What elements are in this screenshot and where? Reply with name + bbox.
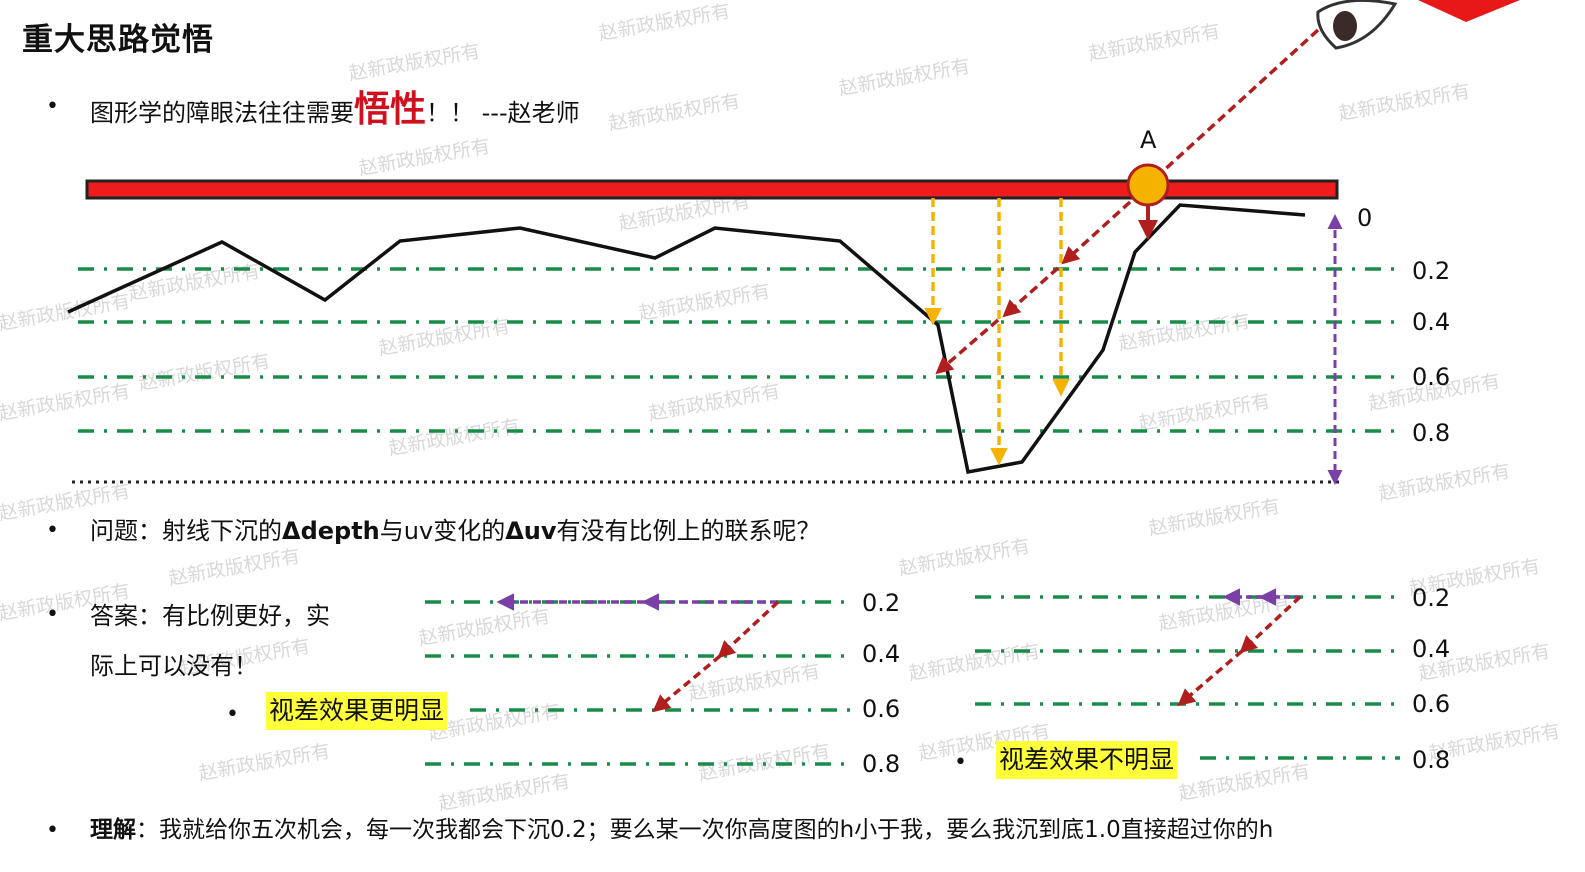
left-level-0-4: 0.4 bbox=[862, 640, 900, 668]
left-level-0-2: 0.2 bbox=[862, 589, 900, 617]
bullet-dot: • bbox=[46, 818, 59, 843]
note-weaker-parallax: 视差效果不明显 bbox=[996, 741, 1178, 779]
bullet-understanding: 理解：我就给你五次机会，每一次我都会下沉0.2；要么某一次你高度图的h小于我，要… bbox=[90, 810, 1273, 844]
understanding-text: ：我就给你五次机会，每一次我都会下沉0.2；要么某一次你高度图的h小于我，要么我… bbox=[136, 817, 1274, 843]
right-level-0-4: 0.4 bbox=[1412, 635, 1450, 663]
left-panel-arrows bbox=[496, 593, 780, 713]
left-level-0-8: 0.8 bbox=[862, 750, 900, 778]
left-panel-layers bbox=[425, 600, 850, 766]
note-stronger-parallax: 视差效果更明显 bbox=[266, 692, 448, 730]
bullet-dot: • bbox=[954, 750, 967, 775]
right-level-0-8: 0.8 bbox=[1412, 746, 1450, 774]
right-level-0-6: 0.6 bbox=[1412, 690, 1450, 718]
right-panel-layers bbox=[975, 595, 1400, 760]
left-level-0-6: 0.6 bbox=[862, 695, 900, 723]
bullet-dot: • bbox=[226, 702, 239, 727]
right-level-0-2: 0.2 bbox=[1412, 584, 1450, 612]
step-examples: 0.2 0.4 0.6 0.8 0.2 0.4 0.6 0.8 bbox=[425, 584, 1450, 778]
understanding-label: 理解 bbox=[90, 817, 136, 843]
